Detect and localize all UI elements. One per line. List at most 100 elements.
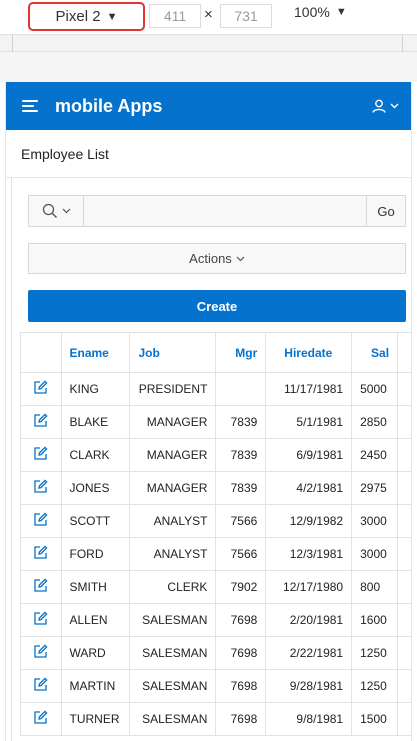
user-menu-button[interactable] — [372, 99, 399, 113]
table-row: BLAKE MANAGER 7839 5/1/1981 2850 — [20, 405, 411, 439]
edit-icon[interactable] — [33, 380, 48, 395]
hiredate-cell: 9/28/1981 — [265, 669, 353, 703]
search-input[interactable] — [84, 196, 366, 226]
edit-cell — [20, 603, 62, 637]
report-region: Go Actions Create Ename Job Mgr Hiredate… — [11, 178, 411, 741]
edit-icon[interactable] — [33, 710, 48, 725]
edit-icon[interactable] — [33, 512, 48, 527]
edit-icon[interactable] — [33, 644, 48, 659]
ename-cell: JONES — [60, 471, 131, 505]
go-button[interactable]: Go — [366, 196, 405, 226]
edit-icon[interactable] — [33, 446, 48, 461]
hiredate-cell: 4/2/1981 — [265, 471, 353, 505]
table-row: JONES MANAGER 7839 4/2/1981 2975 — [20, 471, 411, 505]
edit-cell — [20, 405, 62, 439]
sal-cell: 1500 — [351, 702, 399, 736]
ename-cell: FORD — [60, 537, 131, 571]
column-header-mgr[interactable]: Mgr — [215, 332, 267, 373]
media-query-ruler — [0, 34, 417, 53]
mgr-cell: 7698 — [215, 702, 267, 736]
zoom-select[interactable]: 100% ▼ — [294, 4, 347, 20]
job-cell: MANAGER — [129, 438, 217, 472]
sal-cell: 2450 — [351, 438, 399, 472]
job-cell: MANAGER — [129, 471, 217, 505]
viewport-margin — [0, 52, 417, 82]
column-header-hiredate[interactable]: Hiredate — [265, 332, 353, 373]
job-cell: SALESMAN — [129, 669, 217, 703]
overflow-cell — [397, 471, 411, 505]
job-cell: SALESMAN — [129, 702, 217, 736]
search-column-button[interactable] — [29, 196, 84, 226]
overflow-cell — [397, 405, 411, 439]
table-header-row: Ename Job Mgr Hiredate Sal — [20, 332, 411, 373]
job-cell: PRESIDENT — [129, 372, 217, 406]
overflow-cell — [397, 702, 411, 736]
sal-cell: 1600 — [351, 603, 399, 637]
edit-cell — [20, 702, 62, 736]
create-button[interactable]: Create — [28, 290, 406, 322]
overflow-cell — [397, 669, 411, 703]
search-icon — [42, 203, 57, 218]
edit-cell — [20, 636, 62, 670]
edit-icon[interactable] — [33, 545, 48, 560]
table-row: SCOTT ANALYST 7566 12/9/1982 3000 — [20, 504, 411, 538]
mgr-cell: 7566 — [215, 537, 267, 571]
sal-cell: 3000 — [351, 537, 399, 571]
mgr-cell: 7839 — [215, 405, 267, 439]
column-header-ename[interactable]: Ename — [60, 332, 131, 373]
job-cell: ANALYST — [129, 537, 217, 571]
table-row: WARD SALESMAN 7698 2/22/1981 1250 — [20, 636, 411, 670]
sal-cell: 5000 — [351, 372, 399, 406]
mgr-cell: 7698 — [215, 669, 267, 703]
ename-cell: TURNER — [60, 702, 131, 736]
mgr-cell: 7839 — [215, 471, 267, 505]
overflow-cell — [397, 504, 411, 538]
job-cell: SALESMAN — [129, 603, 217, 637]
ename-cell: SCOTT — [60, 504, 131, 538]
overflow-cell — [397, 537, 411, 571]
overflow-cell — [397, 438, 411, 472]
app-header: mobile Apps — [6, 82, 411, 130]
edit-icon[interactable] — [33, 479, 48, 494]
hiredate-cell: 5/1/1981 — [265, 405, 353, 439]
mgr-cell — [215, 372, 267, 406]
mgr-cell: 7902 — [215, 570, 267, 604]
actions-label: Actions — [189, 251, 232, 266]
height-input[interactable]: 731 — [220, 4, 272, 28]
hiredate-cell: 12/3/1981 — [265, 537, 353, 571]
edit-icon[interactable] — [33, 413, 48, 428]
mgr-cell: 7698 — [215, 636, 267, 670]
sal-cell: 3000 — [351, 504, 399, 538]
caret-down-icon: ▼ — [106, 10, 118, 23]
mgr-cell: 7839 — [215, 438, 267, 472]
app-title[interactable]: mobile Apps — [55, 96, 372, 117]
edit-icon[interactable] — [33, 611, 48, 626]
dimension-separator: × — [204, 6, 213, 23]
search-bar: Go — [28, 195, 406, 227]
width-input[interactable]: 411 — [149, 4, 201, 28]
edit-cell — [20, 471, 62, 505]
edit-cell — [20, 504, 62, 538]
table-row: KING PRESIDENT 11/17/1981 5000 — [20, 372, 411, 406]
overflow-cell — [397, 636, 411, 670]
zoom-label: 100% — [294, 4, 330, 20]
mgr-cell: 7698 — [215, 603, 267, 637]
column-header-sal[interactable]: Sal — [351, 332, 399, 373]
table-row: CLARK MANAGER 7839 6/9/1981 2450 — [20, 438, 411, 472]
device-select[interactable]: Pixel 2 ▼ — [28, 2, 145, 31]
actions-menu-button[interactable]: Actions — [28, 243, 406, 274]
region-title: Employee List — [6, 130, 411, 178]
job-cell: MANAGER — [129, 405, 217, 439]
devtools-toolbar: Pixel 2 ▼ 411 × 731 100% ▼ — [0, 0, 417, 34]
job-cell: CLERK — [129, 570, 217, 604]
menu-icon[interactable] — [22, 100, 38, 112]
edit-icon[interactable] — [33, 578, 48, 593]
column-header-job[interactable]: Job — [129, 332, 217, 373]
edit-cell — [20, 570, 62, 604]
edit-icon[interactable] — [33, 677, 48, 692]
ename-cell: SMITH — [60, 570, 131, 604]
hiredate-cell: 12/9/1982 — [265, 504, 353, 538]
edit-column-header — [20, 332, 62, 373]
sal-cell: 800 — [351, 570, 399, 604]
mgr-cell: 7566 — [215, 504, 267, 538]
